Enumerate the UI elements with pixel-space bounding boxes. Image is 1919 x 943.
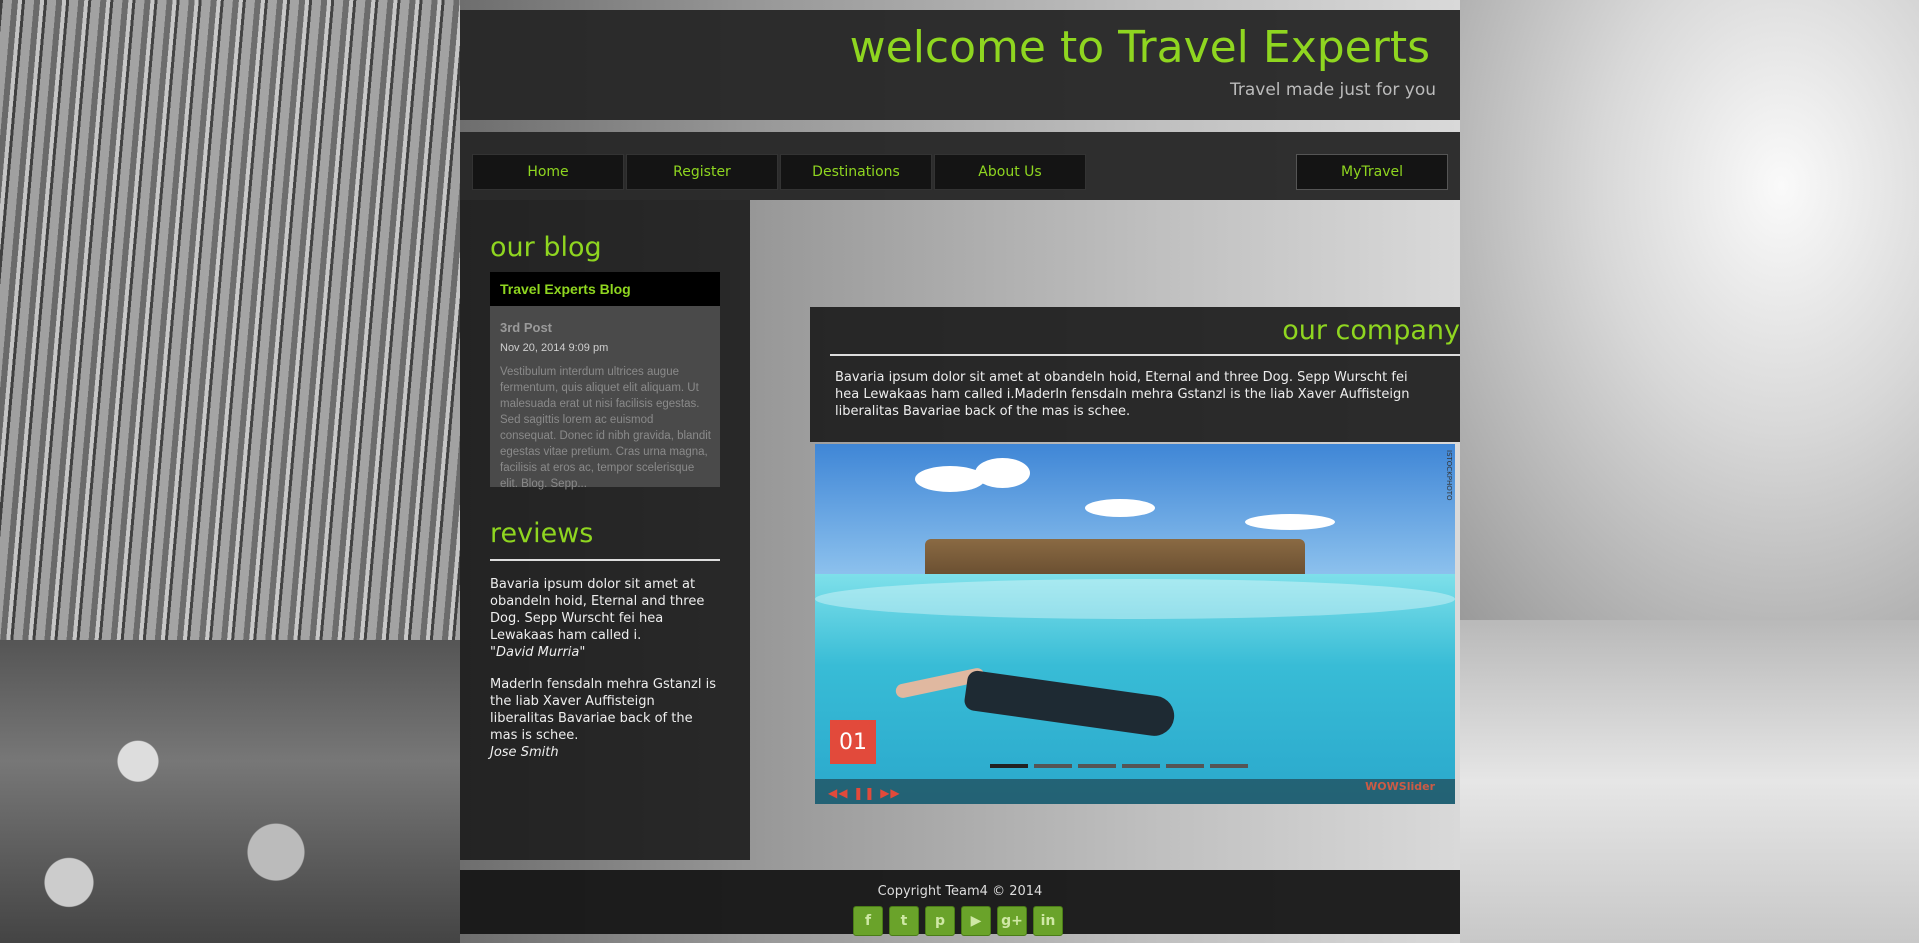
youtube-icon[interactable]: ▶: [961, 906, 991, 936]
slide-number-badge: 01: [830, 720, 876, 764]
company-divider: [830, 354, 1460, 356]
review-author: Jose Smith: [490, 745, 559, 760]
twitter-icon[interactable]: t: [889, 906, 919, 936]
blog-post-date: Nov 20, 2014 9:09 pm: [500, 342, 609, 354]
review-item: Bavaria ipsum dolor sit amet at obandeln…: [490, 576, 722, 661]
nav-register-button[interactable]: Register: [626, 154, 778, 190]
pinterest-icon[interactable]: p: [925, 906, 955, 936]
slider-bullet[interactable]: [1210, 764, 1248, 768]
site-footer: Copyright Team4 © 2014 f t p ▶ g+ in: [460, 870, 1460, 936]
company-heading: our company: [1282, 315, 1460, 346]
slider-bullet[interactable]: [1166, 764, 1204, 768]
site-header: welcome to Travel Experts Travel made ju…: [460, 10, 1460, 120]
slide-watermark: ISTOCKPHOTO: [1445, 450, 1453, 501]
slider-control-strip: [815, 779, 1455, 804]
site-tagline: Travel made just for you: [1229, 80, 1436, 100]
background-lake: [1460, 620, 1919, 943]
main-nav: Home Register Destinations About Us MyTr…: [460, 132, 1460, 200]
social-links: f t p ▶ g+ in: [853, 906, 1063, 936]
slide-cloud: [1245, 514, 1335, 530]
linkedin-icon[interactable]: in: [1033, 906, 1063, 936]
slide-wave: [815, 579, 1455, 619]
review-item: Maderln fensdaln mehra Gstanzl is the li…: [490, 676, 722, 761]
slider-bullet[interactable]: [1034, 764, 1072, 768]
slide-cloud: [1085, 499, 1155, 517]
facebook-icon[interactable]: f: [853, 906, 883, 936]
slider-bullet[interactable]: [1078, 764, 1116, 768]
background-sky: [1460, 0, 1919, 620]
review-author: "David Murria": [490, 645, 586, 660]
background-rocks: [0, 640, 460, 943]
slider-playback-controls[interactable]: ◀◀ ❚❚ ▶▶: [828, 786, 901, 800]
company-text: Bavaria ipsum dolor sit amet at obandeln…: [835, 370, 1410, 419]
blog-post-title[interactable]: 3rd Post: [500, 320, 552, 335]
nav-mytravel-button[interactable]: MyTravel: [1296, 154, 1448, 190]
copyright-text: Copyright Team4 © 2014: [877, 884, 1043, 899]
site-title: welcome to Travel Experts: [849, 22, 1430, 73]
page-wrapper: welcome to Travel Experts Travel made ju…: [460, 10, 1460, 943]
slider-bullet[interactable]: [1122, 764, 1160, 768]
review-text: Bavaria ipsum dolor sit amet at obandeln…: [490, 577, 705, 643]
background-trees: [0, 0, 460, 640]
blog-heading: our blog: [490, 232, 602, 263]
nav-destinations-button[interactable]: Destinations: [780, 154, 932, 190]
nav-about-button[interactable]: About Us: [934, 154, 1086, 190]
slide-cloud: [975, 458, 1030, 488]
blog-widget-title[interactable]: Travel Experts Blog: [490, 272, 720, 306]
reviews-divider: [490, 559, 720, 561]
blog-widget: Travel Experts Blog 3rd Post Nov 20, 201…: [490, 272, 720, 490]
slider-brand: WOWSlider: [1365, 780, 1435, 793]
slider-bullet[interactable]: [990, 764, 1028, 768]
review-text: Maderln fensdaln mehra Gstanzl is the li…: [490, 677, 716, 743]
google-plus-icon[interactable]: g+: [997, 906, 1027, 936]
nav-home-button[interactable]: Home: [472, 154, 624, 190]
image-slider[interactable]: ISTOCKPHOTO 01 ◀◀ ❚❚ ▶▶ WOWSlider: [815, 444, 1455, 804]
company-panel: our company Bavaria ipsum dolor sit amet…: [810, 307, 1460, 442]
blog-post-excerpt: Vestibulum interdum ultrices augue ferme…: [500, 366, 711, 490]
reviews-heading: reviews: [490, 518, 594, 549]
sidebar: our blog Travel Experts Blog 3rd Post No…: [460, 200, 750, 860]
